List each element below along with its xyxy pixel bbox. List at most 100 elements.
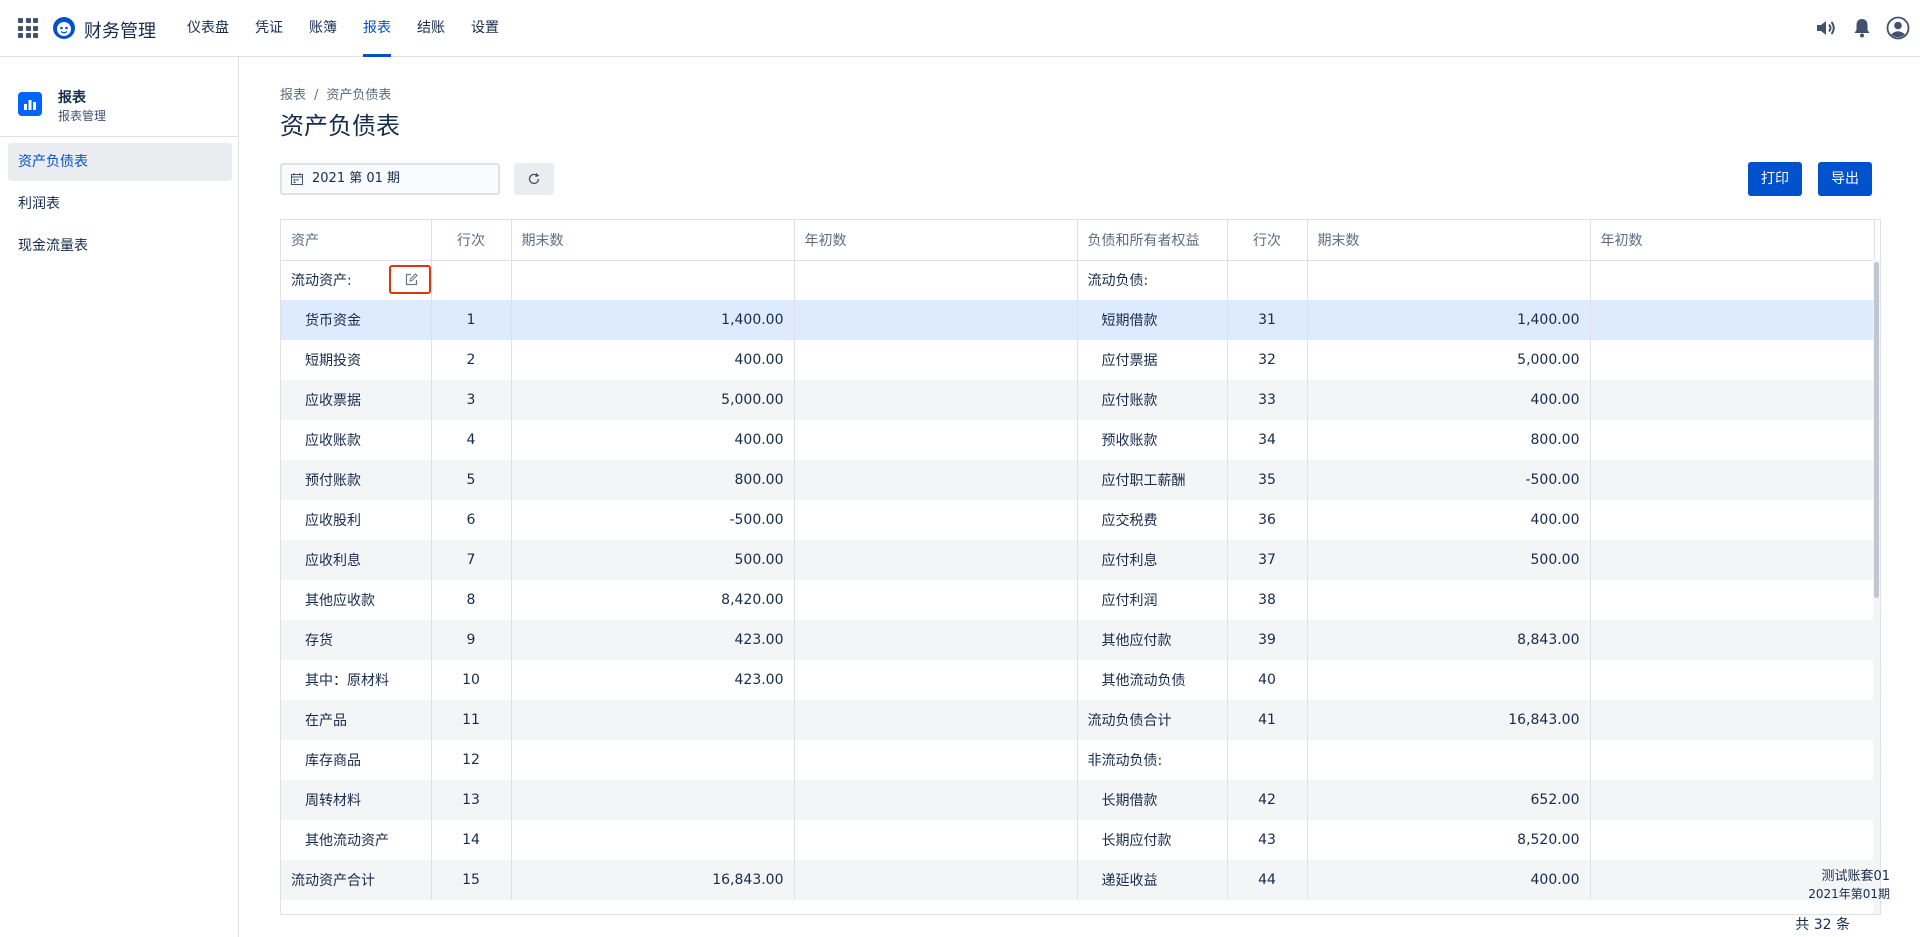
liability-line-no-cell: 32 — [1227, 340, 1308, 380]
sidebar-item-cash-flow[interactable]: 现金流量表 — [8, 227, 232, 265]
liability-year-begin-cell — [1590, 340, 1875, 380]
reports-icon — [18, 92, 42, 116]
asset-name-cell: 其中：原材料 — [281, 660, 432, 700]
user-avatar-icon[interactable] — [1886, 16, 1910, 40]
liability-period-end-cell — [1307, 660, 1591, 700]
table-row[interactable]: 库存商品 12 非流动负债: — [281, 740, 1875, 780]
footer-total-count: 共 32 条 — [1795, 917, 1850, 933]
asset-line-no-cell: 7 — [431, 540, 512, 580]
header-liability-period-end: 期末数 — [1307, 220, 1591, 261]
asset-line-no-cell: 6 — [431, 500, 512, 540]
table-header-row: 资产 行次 期末数 年初数 负债和所有者权益 行次 期末数 年初数 — [281, 220, 1875, 261]
footer-book-name: 测试账套01 — [1821, 869, 1890, 884]
asset-period-end-cell — [511, 820, 795, 860]
table-row[interactable]: 流动资产合计 15 16,843.00 递延收益 44 400.00 — [281, 860, 1875, 900]
header-liability-year-begin: 年初数 — [1590, 220, 1875, 261]
refresh-button[interactable] — [514, 163, 554, 195]
header-liability-line-no: 行次 — [1227, 220, 1308, 261]
asset-name-cell: 应收利息 — [281, 540, 432, 580]
asset-year-begin-cell — [794, 740, 1078, 780]
asset-line-no-cell: 5 — [431, 460, 512, 500]
header-asset-line-no: 行次 — [431, 220, 512, 261]
asset-year-begin-cell — [794, 780, 1078, 820]
liability-name-cell: 长期应付款 — [1077, 820, 1228, 860]
footer-period: 2021年第01期 — [1808, 887, 1890, 901]
asset-name-cell: 应收票据 — [281, 380, 432, 420]
liability-line-no-cell: 36 — [1227, 500, 1308, 540]
breadcrumb: 报表 / 资产负债表 — [280, 84, 391, 103]
bell-icon[interactable] — [1850, 16, 1874, 40]
period-value: 2021 第 01 期 — [312, 171, 401, 186]
sidebar-item-income-statement[interactable]: 利润表 — [8, 185, 232, 223]
table-row[interactable]: 其中：原材料 10 423.00 其他流动负债 40 — [281, 660, 1875, 700]
table-row[interactable]: 在产品 11 流动负债合计 41 16,843.00 — [281, 700, 1875, 740]
liability-period-end-cell: -500.00 — [1307, 460, 1591, 500]
asset-year-begin-cell — [794, 420, 1078, 460]
table-row[interactable]: 应收利息 7 500.00 应付利息 37 500.00 — [281, 540, 1875, 580]
liability-period-end-cell: 652.00 — [1307, 780, 1591, 820]
print-button[interactable]: 打印 — [1748, 162, 1802, 196]
speaker-icon[interactable] — [1814, 16, 1838, 40]
asset-period-end-cell — [511, 260, 795, 300]
asset-year-begin-cell — [794, 260, 1078, 300]
liability-year-begin-cell — [1590, 820, 1875, 860]
liability-year-begin-cell — [1590, 740, 1875, 780]
table-row[interactable]: 其他流动资产 14 长期应付款 43 8,520.00 — [281, 820, 1875, 860]
nav-item-reports[interactable]: 报表 — [363, 0, 391, 57]
table-row[interactable]: 存货 9 423.00 其他应付款 39 8,843.00 — [281, 620, 1875, 660]
asset-year-begin-cell — [794, 700, 1078, 740]
asset-line-no-cell: 11 — [431, 700, 512, 740]
asset-year-begin-cell — [794, 820, 1078, 860]
asset-line-no-cell: 1 — [431, 300, 512, 340]
sidebar-item-balance-sheet[interactable]: 资产负债表 — [8, 143, 232, 181]
asset-year-begin-cell — [794, 460, 1078, 500]
liability-year-begin-cell — [1590, 660, 1875, 700]
asset-line-no-cell: 3 — [431, 380, 512, 420]
asset-year-begin-cell — [794, 380, 1078, 420]
asset-name-cell: 货币资金 — [281, 300, 432, 340]
apps-grid-icon[interactable] — [18, 18, 38, 38]
liability-period-end-cell: 5,000.00 — [1307, 340, 1591, 380]
liability-name-cell: 应付利润 — [1077, 580, 1228, 620]
liability-year-begin-cell — [1590, 620, 1875, 660]
table-row[interactable]: 应收账款 4 400.00 预收账款 34 800.00 — [281, 420, 1875, 460]
liability-line-no-cell: 34 — [1227, 420, 1308, 460]
liability-line-no-cell: 42 — [1227, 780, 1308, 820]
asset-name-cell: 应收股利 — [281, 500, 432, 540]
liability-year-begin-cell — [1590, 780, 1875, 820]
table-row[interactable]: 其他应收款 8 8,420.00 应付利润 38 — [281, 580, 1875, 620]
liability-period-end-cell: 8,843.00 — [1307, 620, 1591, 660]
sidebar-title: 报表 — [58, 90, 86, 106]
table-row[interactable]: 流动资产: 流动负债: — [281, 260, 1875, 300]
liability-name-cell: 应付票据 — [1077, 340, 1228, 380]
liability-year-begin-cell — [1590, 500, 1875, 540]
export-button[interactable]: 导出 — [1818, 162, 1872, 196]
table-scrollbar-thumb[interactable] — [1874, 262, 1879, 598]
asset-name-cell: 短期投资 — [281, 340, 432, 380]
table-row[interactable]: 短期投资 2 400.00 应付票据 32 5,000.00 — [281, 340, 1875, 380]
table-row[interactable]: 货币资金 1 1,400.00 短期借款 31 1,400.00 — [281, 300, 1875, 340]
breadcrumb-root[interactable]: 报表 — [280, 88, 306, 103]
liability-year-begin-cell — [1590, 700, 1875, 740]
nav-item-settings[interactable]: 设置 — [471, 0, 499, 57]
edit-icon — [405, 273, 418, 286]
table-row[interactable]: 应收票据 3 5,000.00 应付账款 33 400.00 — [281, 380, 1875, 420]
nav-item-ledgers[interactable]: 账簿 — [309, 0, 337, 57]
nav-item-dashboard[interactable]: 仪表盘 — [187, 0, 229, 57]
table-scrollbar[interactable] — [1873, 260, 1880, 914]
nav-item-closing[interactable]: 结账 — [417, 0, 445, 57]
asset-period-end-cell: 1,400.00 — [511, 300, 795, 340]
asset-period-end-cell: 500.00 — [511, 540, 795, 580]
liability-name-cell: 流动负债合计 — [1077, 700, 1228, 740]
edit-cell-button[interactable] — [389, 265, 431, 294]
liability-year-begin-cell — [1590, 300, 1875, 340]
liability-period-end-cell: 1,400.00 — [1307, 300, 1591, 340]
table-row[interactable]: 应收股利 6 -500.00 应交税费 36 400.00 — [281, 500, 1875, 540]
asset-period-end-cell: -500.00 — [511, 500, 795, 540]
table-row[interactable]: 周转材料 13 长期借款 42 652.00 — [281, 780, 1875, 820]
asset-period-end-cell: 5,000.00 — [511, 380, 795, 420]
nav-item-vouchers[interactable]: 凭证 — [255, 0, 283, 57]
breadcrumb-separator: / — [314, 88, 319, 103]
table-row[interactable]: 预付账款 5 800.00 应付职工薪酬 35 -500.00 — [281, 460, 1875, 500]
period-picker[interactable]: 2021 第 01 期 — [280, 163, 500, 195]
